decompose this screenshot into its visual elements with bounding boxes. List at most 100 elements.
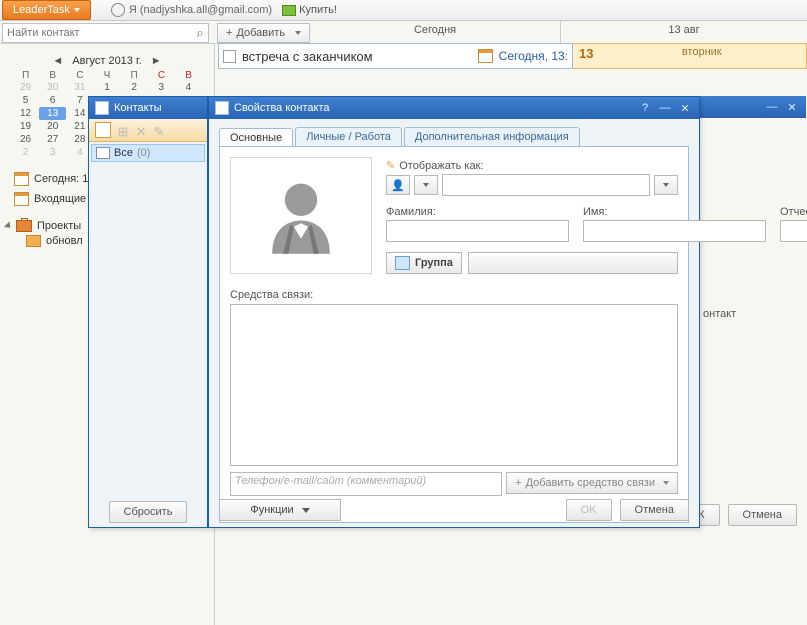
globe-icon <box>111 3 125 17</box>
group-field[interactable] <box>468 252 678 274</box>
group-button[interactable]: Группа <box>386 252 462 274</box>
sidebar-label: Проекты <box>37 220 81 232</box>
type-combo-drop[interactable] <box>414 175 438 195</box>
add-comm-button[interactable]: + Добавить средство связи <box>506 472 678 494</box>
checkbox[interactable] <box>223 50 236 63</box>
close-icon[interactable]: ✕ <box>677 101 693 115</box>
task-due: Сегодня, 13: <box>499 49 568 63</box>
plus-icon: + <box>515 477 521 489</box>
person-small-icon: 👤 <box>391 179 405 192</box>
type-combo[interactable]: 👤 <box>386 175 410 195</box>
group-icon <box>96 147 110 159</box>
add-icon[interactable]: ⊞ <box>117 124 129 136</box>
buy-label: Купить! <box>299 4 337 16</box>
chevron-down-icon <box>74 8 80 12</box>
account-label[interactable]: Я (nadjyshka.all@gmail.com) <box>111 3 272 17</box>
column-date: 13 авг <box>560 21 807 43</box>
search-box[interactable]: ⌕ <box>2 23 209 43</box>
functions-label: Функции <box>250 504 293 516</box>
app-menu-button[interactable]: LeaderTask <box>2 0 91 20</box>
sidebar-label: обновл <box>46 235 83 247</box>
chevron-down-icon <box>295 31 301 35</box>
chevron-down-icon <box>423 183 429 187</box>
task-row[interactable]: встреча с заканчиком Сегодня, 13: <box>218 43 573 69</box>
titlebar[interactable]: Свойства контакта ? — ✕ <box>209 97 699 119</box>
prev-month[interactable]: ◄ <box>46 55 69 67</box>
group-all[interactable]: Все (0) <box>91 144 205 162</box>
minimize-icon[interactable]: — <box>657 101 673 115</box>
tab-personal[interactable]: Личные / Работа <box>295 127 402 146</box>
close-icon[interactable]: ✕ <box>784 101 800 114</box>
display-as-label: ✎Отображать как: <box>386 159 678 172</box>
group-count: (0) <box>137 147 150 159</box>
contact-properties-window: Свойства контакта ? — ✕ Основные Личные … <box>208 96 700 528</box>
expand-icon <box>4 221 13 230</box>
reset-button[interactable]: Сбросить <box>109 501 188 523</box>
buy-button[interactable]: Купить! <box>282 4 337 16</box>
bg-cancel-button[interactable]: Отмена <box>728 504 797 526</box>
day-number: 13 <box>579 46 593 61</box>
background-text: онтакт <box>703 308 736 320</box>
day-of-week: вторник <box>682 46 722 58</box>
pencil-icon: ✎ <box>386 160 395 172</box>
app-name: LeaderTask <box>13 4 70 16</box>
comm-label: Средства связи: <box>230 289 678 301</box>
day-header[interactable]: 13 вторник <box>573 43 807 69</box>
middlename-input[interactable] <box>780 220 807 242</box>
chevron-down-icon <box>663 481 669 485</box>
chevron-down-icon <box>302 508 310 513</box>
calendar-icon <box>14 192 29 206</box>
tab-main[interactable]: Основные <box>219 128 293 147</box>
search-icon[interactable]: ⌕ <box>192 25 208 41</box>
calendar-icon <box>478 49 493 63</box>
next-month[interactable]: ► <box>145 55 168 67</box>
group-icon <box>395 256 410 270</box>
person-icon <box>256 171 346 261</box>
calendar-nav: ◄ Август 2013 г. ► <box>0 55 214 67</box>
contacts-toolbar: ⊞ ✕ ✎ <box>89 119 207 142</box>
firstname-label: Имя: <box>583 206 766 218</box>
help-icon[interactable]: ? <box>637 101 653 115</box>
ok-button[interactable]: OK <box>566 499 612 521</box>
firstname-input[interactable] <box>583 220 766 242</box>
search-input[interactable] <box>3 27 192 39</box>
group-label: Все <box>114 147 133 159</box>
tabs: Основные Личные / Работа Дополнительная … <box>219 127 699 146</box>
plus-icon: + <box>226 27 232 39</box>
display-as-input[interactable] <box>442 174 650 196</box>
add-comm-label: Добавить средство связи <box>526 477 655 489</box>
background-window-titlebar: — ✕ <box>700 96 806 118</box>
column-today: Сегодня <box>310 21 560 43</box>
display-as-drop[interactable] <box>654 175 678 195</box>
middlename-label: Отчество: <box>780 206 807 218</box>
lastname-input[interactable] <box>386 220 569 242</box>
delete-icon[interactable]: ✕ <box>135 124 147 136</box>
calendar-icon <box>14 172 29 186</box>
cancel-button[interactable]: Отмена <box>620 499 689 521</box>
comm-input[interactable]: Телефон/e-mail/сайт (комментарий) <box>230 472 502 496</box>
contacts-window: Контакты ⊞ ✕ ✎ Все (0) Сбросить <box>88 96 208 528</box>
calendar-title: Август 2013 г. <box>72 55 141 67</box>
cash-icon <box>282 5 296 16</box>
add-contact-icon[interactable] <box>95 122 111 138</box>
comm-list <box>230 304 678 466</box>
group-btn-label: Группа <box>415 257 453 269</box>
chevron-down-icon <box>663 183 669 187</box>
task-title: встреча с заканчиком <box>242 49 472 64</box>
functions-button[interactable]: Функции <box>219 499 341 521</box>
add-button[interactable]: + Добавить <box>217 23 310 43</box>
titlebar[interactable]: Контакты <box>89 97 207 119</box>
briefcase-icon <box>16 220 32 232</box>
minimize-icon[interactable]: — <box>764 101 780 113</box>
window-title: Свойства контакта <box>234 102 330 114</box>
sidebar-label: Сегодня: 1 <box>34 173 88 185</box>
tab-panel: ✎Отображать как: 👤 Фамилия: Имя: Отчеств… <box>219 146 689 523</box>
account-text: Я (nadjyshka.all@gmail.com) <box>129 4 272 16</box>
edit-icon[interactable]: ✎ <box>153 124 165 136</box>
lastname-label: Фамилия: <box>386 206 569 218</box>
avatar[interactable] <box>230 157 372 274</box>
folder-icon <box>26 235 41 247</box>
tab-extra[interactable]: Дополнительная информация <box>404 127 580 146</box>
add-label: Добавить <box>236 27 285 39</box>
window-icon <box>215 101 229 115</box>
